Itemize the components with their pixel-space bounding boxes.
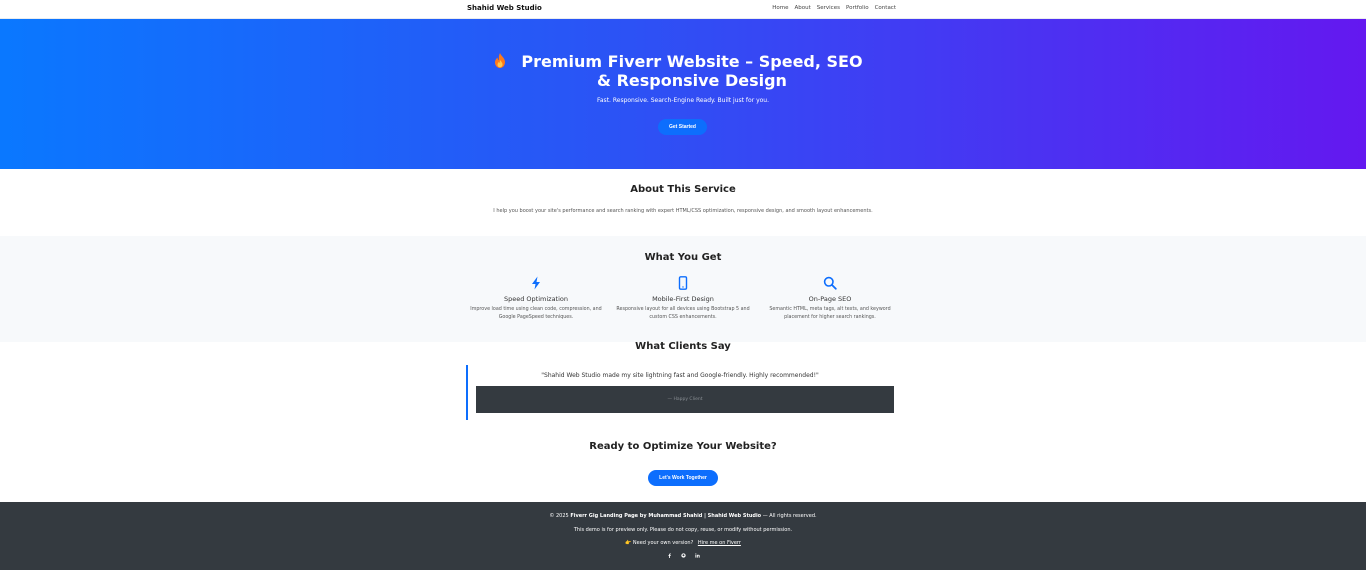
navbar: Shahid Web Studio Home About Services Po… <box>0 0 1366 19</box>
brand-logo[interactable]: Shahid Web Studio <box>467 4 542 12</box>
features-title: What You Get <box>644 252 722 263</box>
feature-title: Speed Optimization <box>503 295 569 303</box>
footer-notice: This demo is for preview only. Please do… <box>573 527 793 533</box>
nav-link-contact[interactable]: Contact <box>875 5 896 11</box>
hire-prompt: 👉 Need your own version? <box>625 540 694 546</box>
feature-desc: Responsive layout for all devices using … <box>616 307 750 320</box>
facebook-icon[interactable] <box>667 553 672 558</box>
search-icon <box>823 276 837 290</box>
feature-desc: Improve load time using clean code, comp… <box>470 307 602 320</box>
copyright-prefix: © 2025 <box>549 513 569 519</box>
fire-icon <box>495 53 505 68</box>
feature-title: On-Page SEO <box>808 295 852 303</box>
hire-fiverr-link[interactable]: Hire me on Fiverr <box>698 540 741 546</box>
features-section: What You Get Speed Optimization Improve … <box>0 236 1366 342</box>
hero-section: Premium Fiverr Website – Speed, SEO & Re… <box>0 19 1366 169</box>
hero-title-text: Premium Fiverr Website – Speed, SEO & Re… <box>521 52 863 90</box>
cta-title: Ready to Optimize Your Website? <box>589 441 777 452</box>
feature-title: Mobile-First Design <box>652 295 714 303</box>
lightning-icon <box>532 276 540 290</box>
footer-hire: 👉 Need your own version? Hire me on Five… <box>0 540 1366 546</box>
nav-link-portfolio[interactable]: Portfolio <box>846 5 869 11</box>
work-together-button[interactable]: Let's Work Together <box>648 470 718 486</box>
testimonial-quote: "Shahid Web Studio made my site lightnin… <box>466 365 894 420</box>
nav-link-services[interactable]: Services <box>817 5 840 11</box>
copyright-text: © 2025 Fiverr Gig Landing Page by Muhamm… <box>0 513 1366 519</box>
quote-text: "Shahid Web Studio made my site lightnin… <box>541 372 819 379</box>
linkedin-icon[interactable] <box>694 553 700 558</box>
social-links <box>0 553 1366 558</box>
copyright-suffix: — All rights reserved. <box>762 513 817 519</box>
footer: © 2025 Fiverr Gig Landing Page by Muhamm… <box>0 502 1366 570</box>
about-title: About This Service <box>630 184 736 195</box>
github-icon[interactable] <box>680 553 686 558</box>
copyright-bold: Fiverr Gig Landing Page by Muhammad Shah… <box>570 513 762 519</box>
about-section: About This Service I help you boost your… <box>0 169 1366 236</box>
feature-card-mobile: Mobile-First Design Responsive layout fo… <box>613 276 753 321</box>
mobile-icon <box>678 276 688 290</box>
feature-card-seo: On-Page SEO Semantic HTML, meta tags, al… <box>760 276 900 321</box>
get-started-button[interactable]: Get Started <box>658 119 707 135</box>
nav-link-home[interactable]: Home <box>772 5 788 11</box>
feature-card-speed: Speed Optimization Improve load time usi… <box>466 276 606 321</box>
nav-link-about[interactable]: About <box>794 5 810 11</box>
about-text: I help you boost your site's performance… <box>493 208 873 214</box>
quote-author: — Happy Client <box>476 386 894 413</box>
hero-subtitle: Fast. Responsive. Search-Engine Ready. B… <box>596 97 769 104</box>
feature-desc: Semantic HTML, meta tags, alt texts, and… <box>769 307 891 320</box>
hero-title: Premium Fiverr Website – Speed, SEO & Re… <box>0 52 1366 90</box>
nav-links: Home About Services Portfolio Contact <box>772 5 896 11</box>
testimonials-title: What Clients Say <box>635 341 731 352</box>
